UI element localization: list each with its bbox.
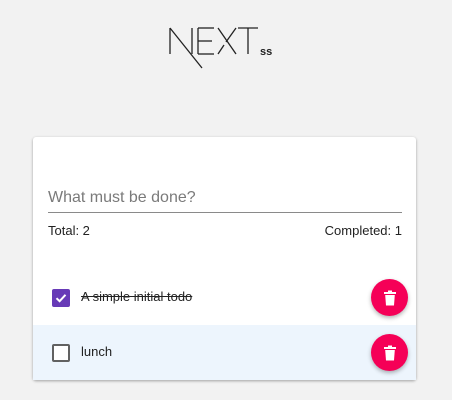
trash-icon — [383, 345, 396, 360]
delete-todo-button[interactable] — [371, 334, 408, 371]
todo-counts: Total: 2 Completed: 1 — [48, 223, 402, 239]
next-logo: ss — [168, 14, 288, 70]
check-icon — [55, 294, 67, 303]
todo-list: A simple initial todo lunch — [33, 270, 416, 380]
todo-item[interactable]: A simple initial todo — [33, 270, 416, 325]
todo-checkbox[interactable] — [52, 344, 70, 362]
todo-item[interactable]: lunch — [33, 325, 416, 380]
total-count: Total: 2 — [48, 223, 90, 238]
delete-todo-button[interactable] — [371, 279, 408, 316]
todo-card: Total: 2 Completed: 1 A simple initial t… — [33, 137, 416, 380]
new-todo-input[interactable] — [48, 184, 402, 213]
svg-text:ss: ss — [260, 46, 272, 58]
todo-checkbox[interactable] — [52, 289, 70, 307]
todo-text: A simple initial todo — [81, 289, 193, 304]
trash-icon — [383, 290, 396, 305]
todo-text: lunch — [81, 344, 113, 359]
completed-count: Completed: 1 — [324, 223, 402, 238]
